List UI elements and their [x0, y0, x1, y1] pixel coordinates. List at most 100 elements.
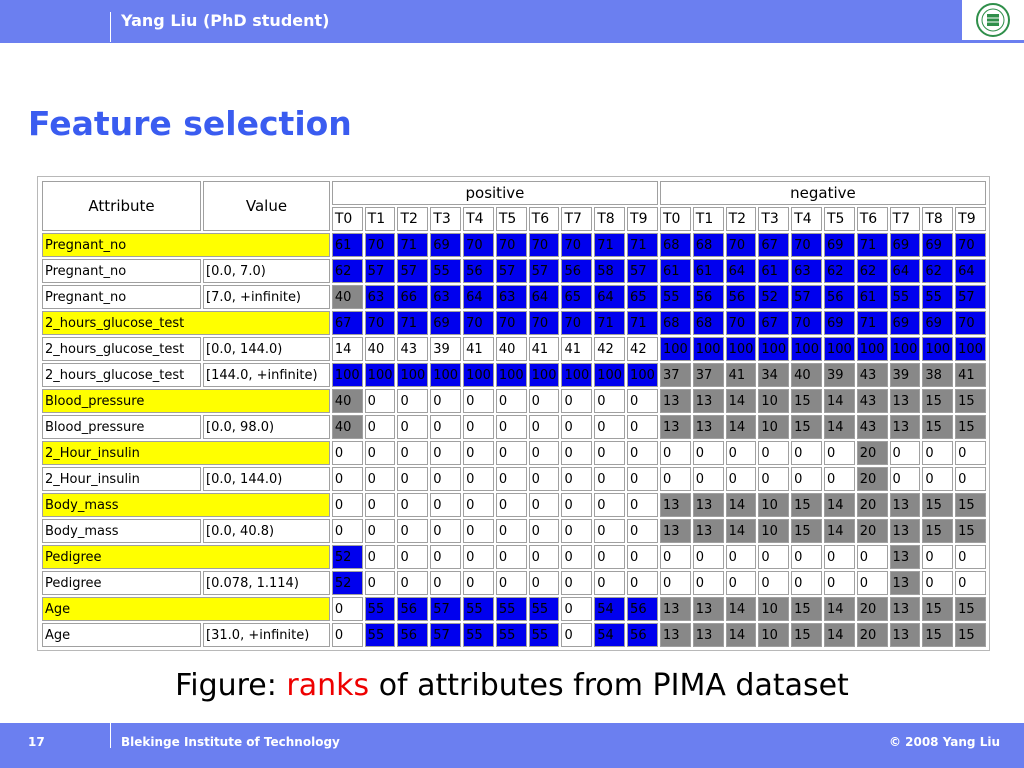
positive-rank-cell: 69 [430, 311, 462, 335]
positive-rank-cell: 100 [364, 363, 396, 387]
positive-rank-cell: 70 [463, 233, 494, 257]
negative-rank-cell: 10 [758, 389, 790, 413]
negative-rank-cell: 15 [955, 597, 986, 621]
attribute-cell: 2_hours_glucose_test [42, 337, 202, 361]
negative-rank-cell: 0 [659, 545, 691, 569]
positive-rank-cell: 57 [495, 259, 527, 283]
positive-rank-cell: 0 [364, 571, 396, 595]
positive-rank-cell: 56 [627, 597, 658, 621]
positive-rank-cell: 70 [364, 311, 396, 335]
positive-rank-cell: 0 [397, 415, 429, 439]
attribute-cell: Pedigree [42, 545, 330, 569]
positive-rank-cell: 100 [331, 363, 363, 387]
positive-rank-cell: 0 [430, 519, 462, 543]
negative-rank-cell: 0 [659, 571, 691, 595]
negative-rank-cell: 20 [856, 441, 888, 465]
negative-rank-cell: 43 [856, 389, 888, 413]
positive-rank-cell: 54 [594, 597, 626, 621]
negative-rank-cell: 0 [692, 571, 724, 595]
positive-rank-cell: 56 [627, 623, 658, 647]
negative-rank-cell: 15 [791, 597, 822, 621]
table-row: Blood_pressure [0.0, 98.0) 40 0 0 0 0 0 0 0 0 0 13 13… [42, 415, 986, 439]
negative-rank-cell: 15 [922, 597, 954, 621]
table-row: 2_Hour_insulin [0.0, 144.0) 0 0 0 0 0 0 0 0 0 0 0 0 0 0… [42, 467, 986, 491]
negative-rank-cell: 0 [659, 441, 691, 465]
attribute-cell: Pregnant_no [42, 233, 330, 257]
negative-rank-cell: 10 [758, 519, 790, 543]
positive-rank-cell: 64 [528, 285, 560, 309]
footer-divider [110, 723, 111, 748]
positive-rank-cell: 41 [561, 337, 593, 361]
table-row: Pregnant_no [0.0, 7.0) 62 57 57 55 56 57 57 56 58 5… [42, 259, 986, 283]
negative-rank-cell: 0 [791, 467, 822, 491]
positive-rank-cell: 0 [397, 493, 429, 517]
pos-col-t3: T3 [430, 207, 462, 231]
pos-col-t1: T1 [364, 207, 396, 231]
table-row: Pregnant_no [7.0, +infinite) 40 63 66 63 64 63 6… [42, 285, 986, 309]
negative-rank-cell: 15 [955, 389, 986, 413]
negative-rank-cell: 14 [725, 415, 757, 439]
negative-rank-cell: 63 [791, 259, 822, 283]
negative-rank-cell: 13 [659, 623, 691, 647]
negative-rank-cell: 100 [922, 337, 954, 361]
positive-rank-cell: 70 [495, 311, 527, 335]
table-row: Body_mass [0.0, 40.8) 0 0 0 0 0 0 0 0 0 0 13 13 14 10 15… [42, 519, 986, 543]
negative-rank-cell: 13 [889, 623, 921, 647]
attribute-cell: Body_mass [42, 493, 330, 517]
negative-rank-cell: 0 [856, 571, 888, 595]
negative-rank-cell: 61 [659, 259, 691, 283]
positive-rank-cell: 64 [594, 285, 626, 309]
negative-rank-cell: 39 [889, 363, 921, 387]
institution-label: Blekinge Institute of Technology [121, 735, 340, 749]
positive-rank-cell: 0 [528, 493, 560, 517]
negative-rank-cell: 0 [922, 545, 954, 569]
positive-rank-cell: 70 [364, 233, 396, 257]
neg-col-t2: T2 [725, 207, 757, 231]
negative-rank-cell: 0 [758, 441, 790, 465]
negative-rank-cell: 15 [922, 623, 954, 647]
attribute-header: Attribute [42, 181, 202, 231]
positive-rank-cell: 61 [331, 233, 363, 257]
negative-rank-cell: 13 [889, 389, 921, 413]
positive-rank-cell: 100 [561, 363, 593, 387]
negative-rank-cell: 14 [725, 623, 757, 647]
neg-col-t4: T4 [791, 207, 822, 231]
neg-col-t3: T3 [758, 207, 790, 231]
positive-rank-cell: 0 [495, 571, 527, 595]
positive-rank-cell: 100 [430, 363, 462, 387]
seal-icon [976, 3, 1010, 37]
attribute-cell: 2_hours_glucose_test [42, 311, 330, 335]
negative-rank-cell: 14 [823, 623, 855, 647]
positive-rank-cell: 0 [561, 493, 593, 517]
positive-rank-cell: 0 [561, 519, 593, 543]
positive-rank-cell: 0 [627, 493, 658, 517]
positive-rank-cell: 0 [495, 519, 527, 543]
attribute-cell: Blood_pressure [42, 415, 202, 439]
negative-rank-cell: 0 [922, 441, 954, 465]
positive-rank-cell: 55 [364, 623, 396, 647]
positive-rank-cell: 42 [594, 337, 626, 361]
negative-rank-cell: 0 [725, 545, 757, 569]
negative-rank-cell: 14 [725, 493, 757, 517]
positive-rank-cell: 66 [397, 285, 429, 309]
negative-rank-cell: 68 [659, 233, 691, 257]
positive-rank-cell: 0 [594, 571, 626, 595]
positive-rank-cell: 70 [561, 233, 593, 257]
positive-rank-cell: 0 [561, 571, 593, 595]
university-logo [962, 0, 1024, 40]
copyright-label: © 2008 Yang Liu [888, 735, 1000, 749]
positive-rank-cell: 0 [397, 519, 429, 543]
negative-rank-cell: 64 [889, 259, 921, 283]
positive-rank-cell: 0 [627, 441, 658, 465]
negative-rank-cell: 57 [955, 285, 986, 309]
negative-rank-cell: 68 [659, 311, 691, 335]
negative-rank-cell: 0 [889, 467, 921, 491]
negative-rank-cell: 0 [791, 571, 822, 595]
negative-rank-cell: 0 [791, 441, 822, 465]
positive-header: positive [331, 181, 658, 205]
positive-rank-cell: 71 [397, 311, 429, 335]
negative-rank-cell: 70 [791, 233, 822, 257]
negative-rank-cell: 70 [725, 311, 757, 335]
negative-rank-cell: 0 [659, 467, 691, 491]
negative-rank-cell: 67 [758, 233, 790, 257]
